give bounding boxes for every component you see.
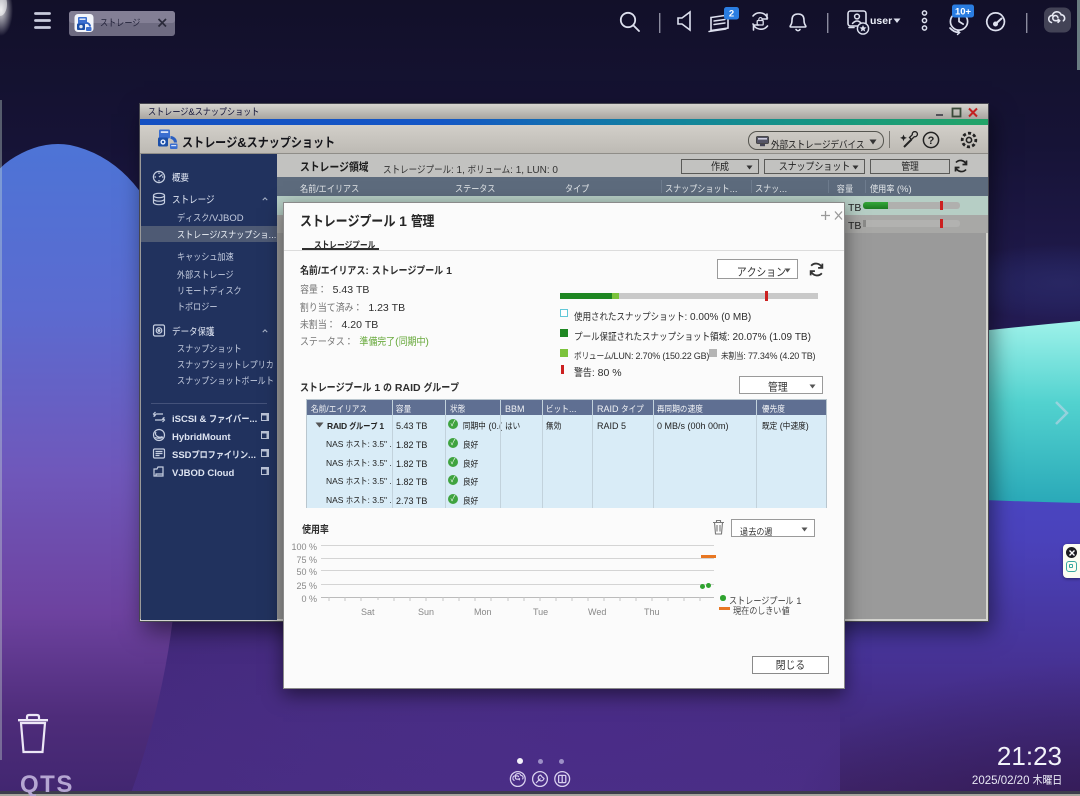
svg-text:user: user: [870, 13, 892, 28]
svg-text:2: 2: [729, 6, 734, 20]
svg-text:?: ?: [928, 132, 935, 148]
svg-text:10+: 10+: [955, 4, 972, 18]
svg-text:ストレージ: ストレージ: [100, 15, 140, 29]
